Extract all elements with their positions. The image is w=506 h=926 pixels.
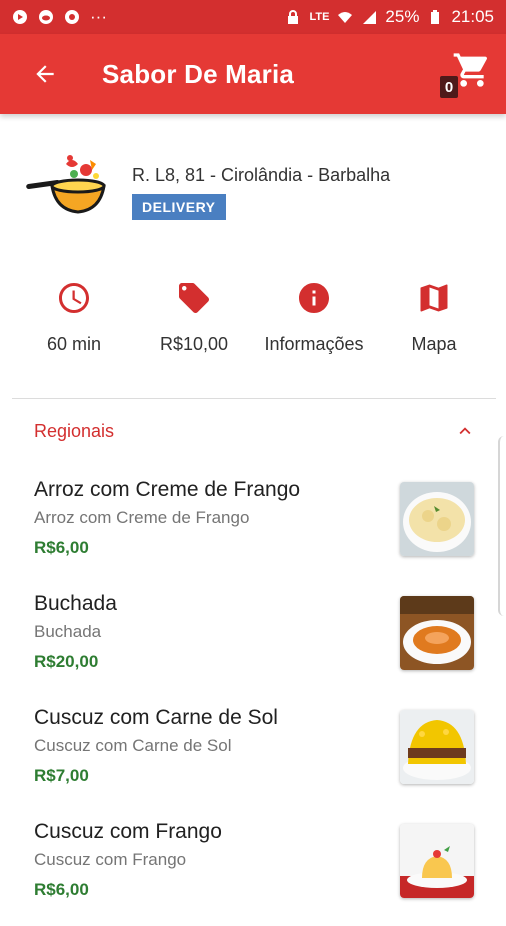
item-name: Cuscuz com Frango (34, 820, 222, 843)
item-description: Cuscuz com Carne de Sol (34, 736, 232, 755)
shop-features: 60 min R$10,00 Informações Mapa (14, 280, 494, 355)
shop-header: R. L8, 81 - Cirolândia - Barbalha DELIVE… (26, 152, 486, 232)
chevron-up-icon[interactable] (454, 420, 476, 442)
notification-icon (13, 10, 27, 24)
shop-logo (26, 155, 106, 214)
item-photo (400, 482, 474, 556)
arrow-back-icon (36, 65, 54, 83)
cart-count-badge: 0 (440, 76, 458, 98)
feature-label: 60 min (46, 334, 102, 354)
page-title: Sabor De Maria (102, 58, 295, 89)
back-button[interactable] (22, 51, 68, 97)
item-description: Arroz com Creme de Frango (34, 508, 250, 527)
status-bar: ··· LTE 25% 21:05 (0, 0, 506, 34)
item-name: Arroz com Creme de Frango (34, 478, 301, 501)
shop-address: R. L8, 81 - Cirolândia - Barbalha (132, 164, 391, 185)
item-price: R$20,00 (34, 652, 99, 671)
delivery-fee[interactable]: R$10,00 (134, 280, 254, 355)
battery-icon (431, 10, 440, 24)
app-bar: Sabor De Maria 0 (0, 34, 506, 114)
delivery-time[interactable]: 60 min (14, 280, 134, 355)
divider (12, 398, 496, 399)
delivery-badge: DELIVERY (132, 193, 226, 220)
item-price: R$6,00 (34, 880, 89, 899)
cart-button[interactable]: 0 (440, 48, 492, 100)
scroll-indicator[interactable] (498, 436, 506, 616)
signal-icon (363, 11, 377, 24)
menu-item[interactable]: Buchada Buchada R$20,00 (34, 584, 474, 698)
tag-icon (179, 283, 209, 313)
status-more: ··· (90, 7, 107, 26)
lock-icon (288, 10, 299, 24)
item-photo (400, 710, 474, 784)
cloud-icon (39, 10, 53, 24)
item-description: Cuscuz com Frango (34, 850, 187, 869)
menu-item[interactable]: Cuscuz com Carne de Sol Cuscuz com Carne… (34, 698, 474, 812)
item-name: Cuscuz com Carne de Sol (34, 706, 278, 729)
menu-item[interactable]: Arroz com Creme de Frango Arroz com Crem… (34, 470, 474, 584)
info-icon (299, 283, 329, 313)
menu-item-list: Arroz com Creme de Frango Arroz com Crem… (34, 470, 474, 926)
category-header[interactable]: Regionais (34, 408, 476, 454)
feature-label: Mapa (411, 334, 457, 354)
map-icon (420, 284, 448, 312)
item-photo (400, 596, 474, 670)
category-label: Regionais (34, 420, 115, 441)
status-time: 21:05 (451, 7, 494, 26)
chrome-icon (65, 10, 79, 24)
menu-item[interactable]: Cuscuz com Frango Cuscuz com Frango R$6,… (34, 812, 474, 926)
cart-icon (453, 53, 488, 87)
shop-map-button[interactable]: Mapa (374, 280, 494, 355)
item-photo (400, 824, 474, 898)
item-price: R$7,00 (34, 766, 89, 785)
network-label: LTE (309, 11, 330, 23)
clock-icon (59, 283, 89, 313)
battery-percent: 25% (385, 7, 420, 26)
item-description: Buchada (34, 622, 102, 641)
feature-label: R$10,00 (159, 334, 229, 354)
wifi-icon (338, 12, 353, 23)
item-price: R$6,00 (34, 538, 89, 557)
feature-label: Informações (264, 334, 364, 354)
item-name: Buchada (34, 592, 117, 615)
shop-info-button[interactable]: Informações (254, 280, 374, 355)
